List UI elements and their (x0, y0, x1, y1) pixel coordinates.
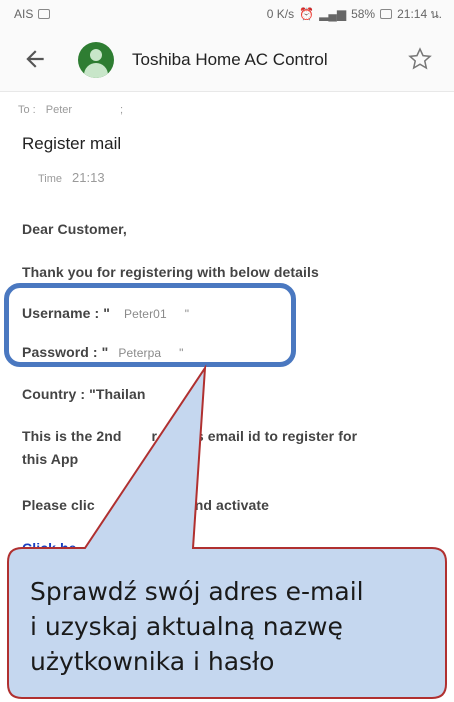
callout-line-3: użytkownika i hasło (30, 647, 275, 676)
recipient-separator: ; (120, 104, 124, 116)
activation-link[interactable]: Click he (22, 540, 77, 556)
status-bar: AIS 0 K/s ⏰ ▂▄▆ 58% 21:14 น. (0, 0, 454, 28)
signal-icon: ▂▄▆ (319, 7, 347, 21)
battery-percent: 58% (351, 7, 376, 21)
time-row: Time 21:13 (38, 170, 105, 185)
status-left: AIS (14, 7, 51, 21)
battery-icon (380, 9, 393, 19)
callout-line-1: Sprawdź swój adres e-mail (30, 577, 364, 606)
person-icon (78, 42, 114, 78)
carrier-label: AIS (14, 7, 34, 21)
alarm-icon: ⏰ (299, 7, 315, 21)
credentials-highlight-box (4, 283, 296, 367)
attempt-line-1: This is the 2nd r of this email id to re… (22, 428, 357, 444)
activate-line: Please clic below and activate (22, 497, 269, 513)
attempt-end: r of this email id to register for (151, 428, 358, 444)
status-right: 0 K/s ⏰ ▂▄▆ 58% 21:14 น. (267, 5, 442, 24)
sim-icon (38, 9, 51, 19)
activate-start: Please clic (22, 497, 95, 513)
app-bar: Toshiba Home AC Control (0, 28, 454, 92)
to-row: To : Peter ; (18, 104, 123, 116)
country-line: Country : "Thailan (22, 386, 146, 402)
app-title: Toshiba Home AC Control (132, 50, 328, 69)
recipient-chip[interactable]: Peter (46, 104, 72, 116)
activation-link-text[interactable]: Click he (22, 540, 77, 556)
intro-text: Thank you for registering with below det… (22, 264, 319, 280)
star-outline-icon[interactable] (406, 45, 434, 73)
time-label: Time (38, 173, 63, 185)
arrow-left-icon[interactable] (22, 46, 48, 72)
greeting-text: Dear Customer, (22, 221, 127, 237)
clock-time: 21:14 น. (397, 6, 442, 21)
activate-end: below and activate (142, 497, 270, 513)
attempt-start: This is the 2nd (22, 428, 122, 444)
email-subject: Register mail (22, 134, 122, 153)
attempt-line-2: this App (22, 451, 79, 467)
to-label: To : (18, 104, 36, 116)
network-speed: 0 K/s (266, 7, 295, 21)
callout-text: Sprawdź swój adres e-mail i uzyskaj aktu… (30, 574, 430, 679)
callout-line-2: i uzyskaj aktualną nazwę (30, 612, 343, 641)
time-value: 21:13 (72, 170, 105, 185)
